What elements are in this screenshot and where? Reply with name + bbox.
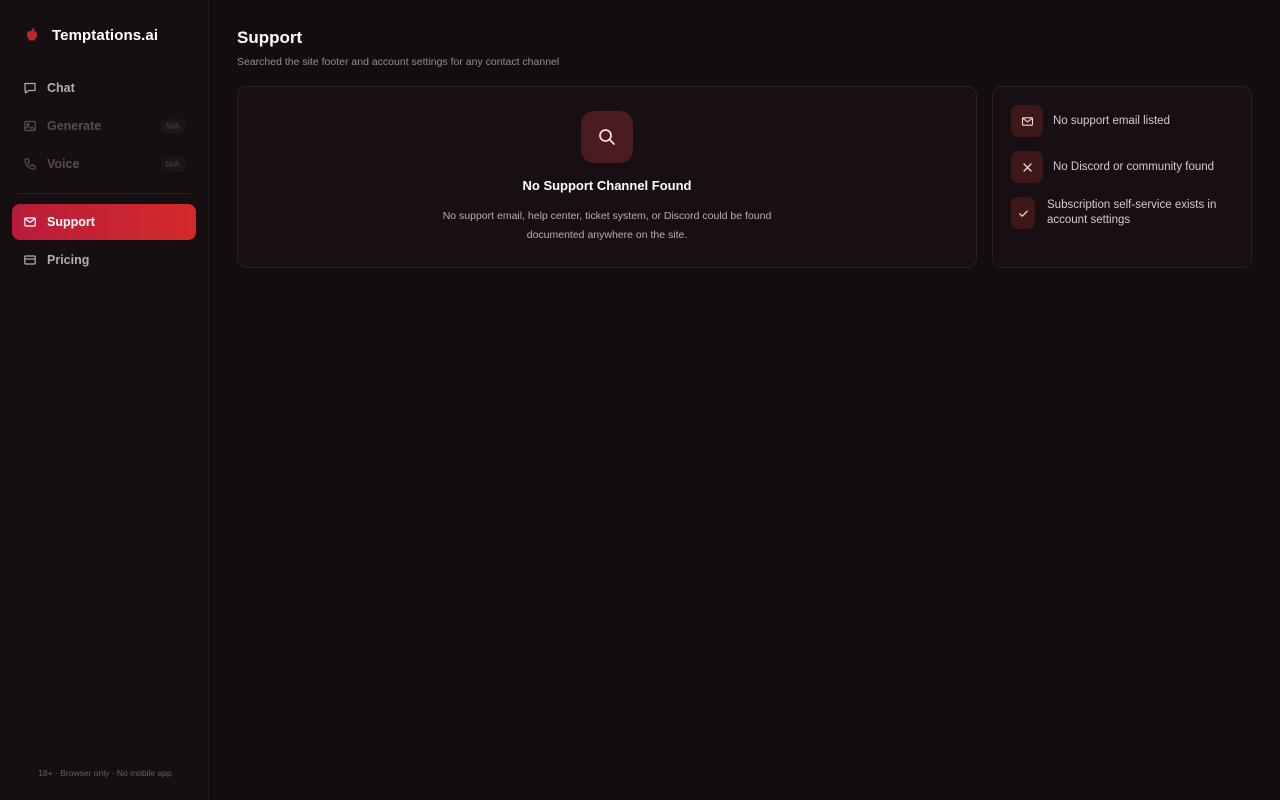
card-icon [23, 253, 37, 267]
support-cards: No Support Channel Found No support emai… [237, 86, 1252, 268]
close-icon [1011, 151, 1043, 183]
sidebar-nav: Chat Generate N/A Voice N/A Support Pric… [12, 70, 196, 280]
brand-name: Temptations.ai [52, 26, 159, 44]
sidebar-item-pricing[interactable]: Pricing [12, 242, 196, 278]
status-item-email: No support email listed [1011, 105, 1233, 137]
image-icon [23, 119, 37, 133]
sidebar-item-voice: Voice N/A [12, 146, 196, 182]
support-checklist-card: No support email listed No Discord or co… [992, 86, 1252, 268]
sidebar-item-support[interactable]: Support [12, 204, 196, 240]
search-icon [581, 111, 633, 163]
status-text: No support email listed [1053, 114, 1170, 127]
mail-icon [23, 215, 37, 229]
unavailable-badge: N/A [160, 156, 185, 172]
status-text: Subscription self-service exists in acco… [1047, 199, 1217, 226]
unavailable-badge: N/A [160, 118, 185, 134]
sidebar: Temptations.ai Chat Generate N/A Voice N… [0, 0, 209, 800]
sidebar-footer-note: 18+ · Browser only · No mobile app [38, 768, 172, 778]
sidebar-item-label: Pricing [47, 253, 90, 267]
chat-icon [23, 81, 37, 95]
status-item-community: No Discord or community found [1011, 151, 1233, 183]
main-content: Support Searched the site footer and acc… [209, 0, 1280, 800]
page-title: Support [237, 28, 303, 47]
sidebar-item-chat[interactable]: Chat [12, 70, 196, 106]
sidebar-item-label: Chat [47, 81, 75, 95]
nav-divider [18, 193, 190, 194]
page-subtitle: Searched the site footer and account set… [237, 56, 560, 68]
sidebar-item-generate: Generate N/A [12, 108, 196, 144]
status-text: No Discord or community found [1053, 160, 1215, 173]
phone-icon [23, 157, 37, 171]
brand[interactable]: Temptations.ai [12, 0, 196, 70]
result-title: No Support Channel Found [522, 178, 692, 193]
support-result-card: No Support Channel Found No support emai… [237, 86, 977, 268]
app-window: Temptations.ai Chat Generate N/A Voice N… [0, 0, 1280, 800]
sidebar-item-label: Generate [47, 119, 102, 133]
sidebar-item-label: Support [47, 215, 95, 229]
result-description: No support email, help center, ticket sy… [442, 210, 772, 241]
check-icon [1011, 197, 1035, 229]
mail-icon [1011, 105, 1043, 137]
status-item-self-service: Subscription self-service exists in acco… [1011, 197, 1233, 229]
apple-logo-icon [24, 27, 40, 43]
sidebar-item-label: Voice [47, 157, 80, 171]
